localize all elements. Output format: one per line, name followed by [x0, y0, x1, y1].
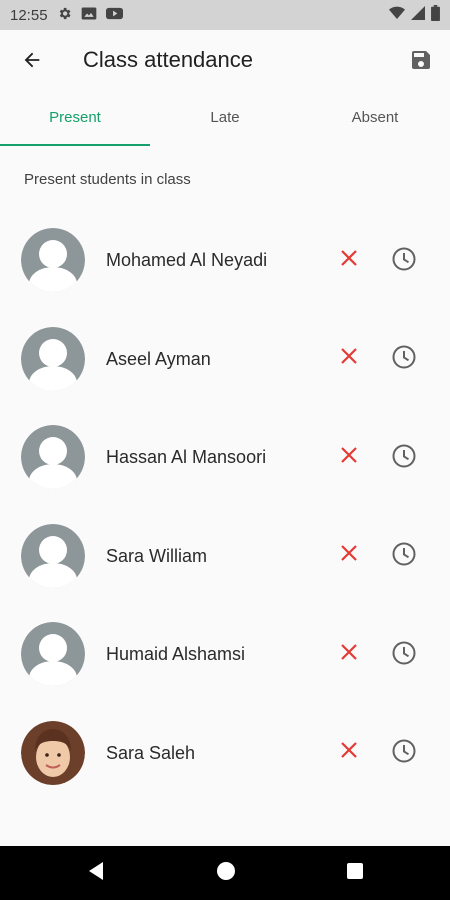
- close-icon: [340, 643, 358, 666]
- signal-icon: [411, 6, 425, 24]
- nav-recents-button[interactable]: [343, 861, 367, 885]
- app-bar: Class attendance: [0, 30, 450, 92]
- page-title: Class attendance: [83, 47, 253, 72]
- mark-absent-button[interactable]: [336, 444, 362, 470]
- status-time: 12:55: [10, 6, 48, 24]
- avatar: [21, 425, 85, 490]
- mark-absent-button[interactable]: [336, 346, 362, 372]
- gear-icon: [57, 6, 72, 25]
- tab-label: Absent: [351, 108, 399, 126]
- list-item: Hassan Al Mansoori: [0, 407, 450, 506]
- clock-icon: [391, 640, 417, 671]
- mark-late-button[interactable]: [390, 641, 418, 669]
- youtube-icon: [105, 7, 123, 24]
- mark-late-button[interactable]: [390, 344, 418, 375]
- clock-icon: [391, 541, 417, 572]
- mark-absent-button[interactable]: [336, 641, 362, 667]
- student-name: Sara Saleh: [106, 742, 196, 763]
- battery-icon: [431, 5, 440, 25]
- arrow-left-icon: [21, 49, 43, 76]
- close-icon: [340, 347, 358, 370]
- close-icon: [340, 544, 358, 567]
- clock-icon: [391, 443, 417, 474]
- close-icon: [340, 741, 358, 764]
- student-name: Sara William: [106, 545, 208, 566]
- system-nav-bar: [0, 846, 450, 900]
- avatar: [21, 326, 85, 391]
- close-icon: [340, 249, 358, 272]
- student-name: Hassan Al Mansoori: [106, 447, 267, 468]
- mark-late-button[interactable]: [390, 247, 418, 275]
- student-name: Humaid Alshamsi: [106, 644, 246, 665]
- mark-late-button[interactable]: [390, 444, 418, 472]
- home-circle-icon: [216, 861, 236, 886]
- status-bar: 12:55: [0, 0, 450, 30]
- tab-label: Present: [49, 108, 101, 126]
- section-label: Present students in class: [24, 171, 191, 188]
- tab-late[interactable]: Late: [150, 92, 300, 146]
- clock-icon: [391, 738, 417, 769]
- avatar: [21, 523, 85, 588]
- mark-absent-button[interactable]: [336, 740, 362, 766]
- mark-absent-button[interactable]: [336, 543, 362, 569]
- student-list: Mohamed Al Neyadi Aseel Ayman Hassan Al …: [0, 210, 450, 802]
- list-item: Aseel Ayman: [0, 309, 450, 408]
- avatar: [21, 622, 85, 687]
- list-item: Humaid Alshamsi: [0, 604, 450, 703]
- nav-back-button[interactable]: [84, 861, 108, 885]
- back-button[interactable]: [18, 48, 46, 76]
- nav-home-button[interactable]: [214, 861, 238, 885]
- mark-late-button[interactable]: [390, 541, 418, 572]
- clock-icon: [391, 344, 417, 375]
- gallery-icon: [81, 6, 97, 25]
- photo-avatar: [21, 720, 85, 785]
- triangle-back-icon: [87, 861, 105, 886]
- tab-label: Late: [210, 108, 240, 126]
- save-icon: [409, 48, 433, 77]
- list-item: Mohamed Al Neyadi: [0, 210, 450, 309]
- tab-present[interactable]: Present: [0, 92, 150, 146]
- mark-late-button[interactable]: [390, 738, 418, 769]
- list-item: Sara Saleh: [0, 703, 450, 802]
- tab-bar: Present Late Absent: [0, 92, 450, 146]
- avatar: [21, 228, 85, 292]
- save-button[interactable]: [406, 47, 436, 77]
- student-name: Mohamed Al Neyadi: [106, 250, 268, 270]
- close-icon: [340, 446, 358, 469]
- list-item: Sara William: [0, 506, 450, 605]
- tab-absent[interactable]: Absent: [300, 92, 450, 146]
- clock-icon: [391, 246, 417, 277]
- student-name: Aseel Ayman: [106, 348, 211, 369]
- recents-square-icon: [346, 862, 364, 885]
- mark-absent-button[interactable]: [336, 247, 362, 273]
- wifi-icon: [389, 6, 405, 24]
